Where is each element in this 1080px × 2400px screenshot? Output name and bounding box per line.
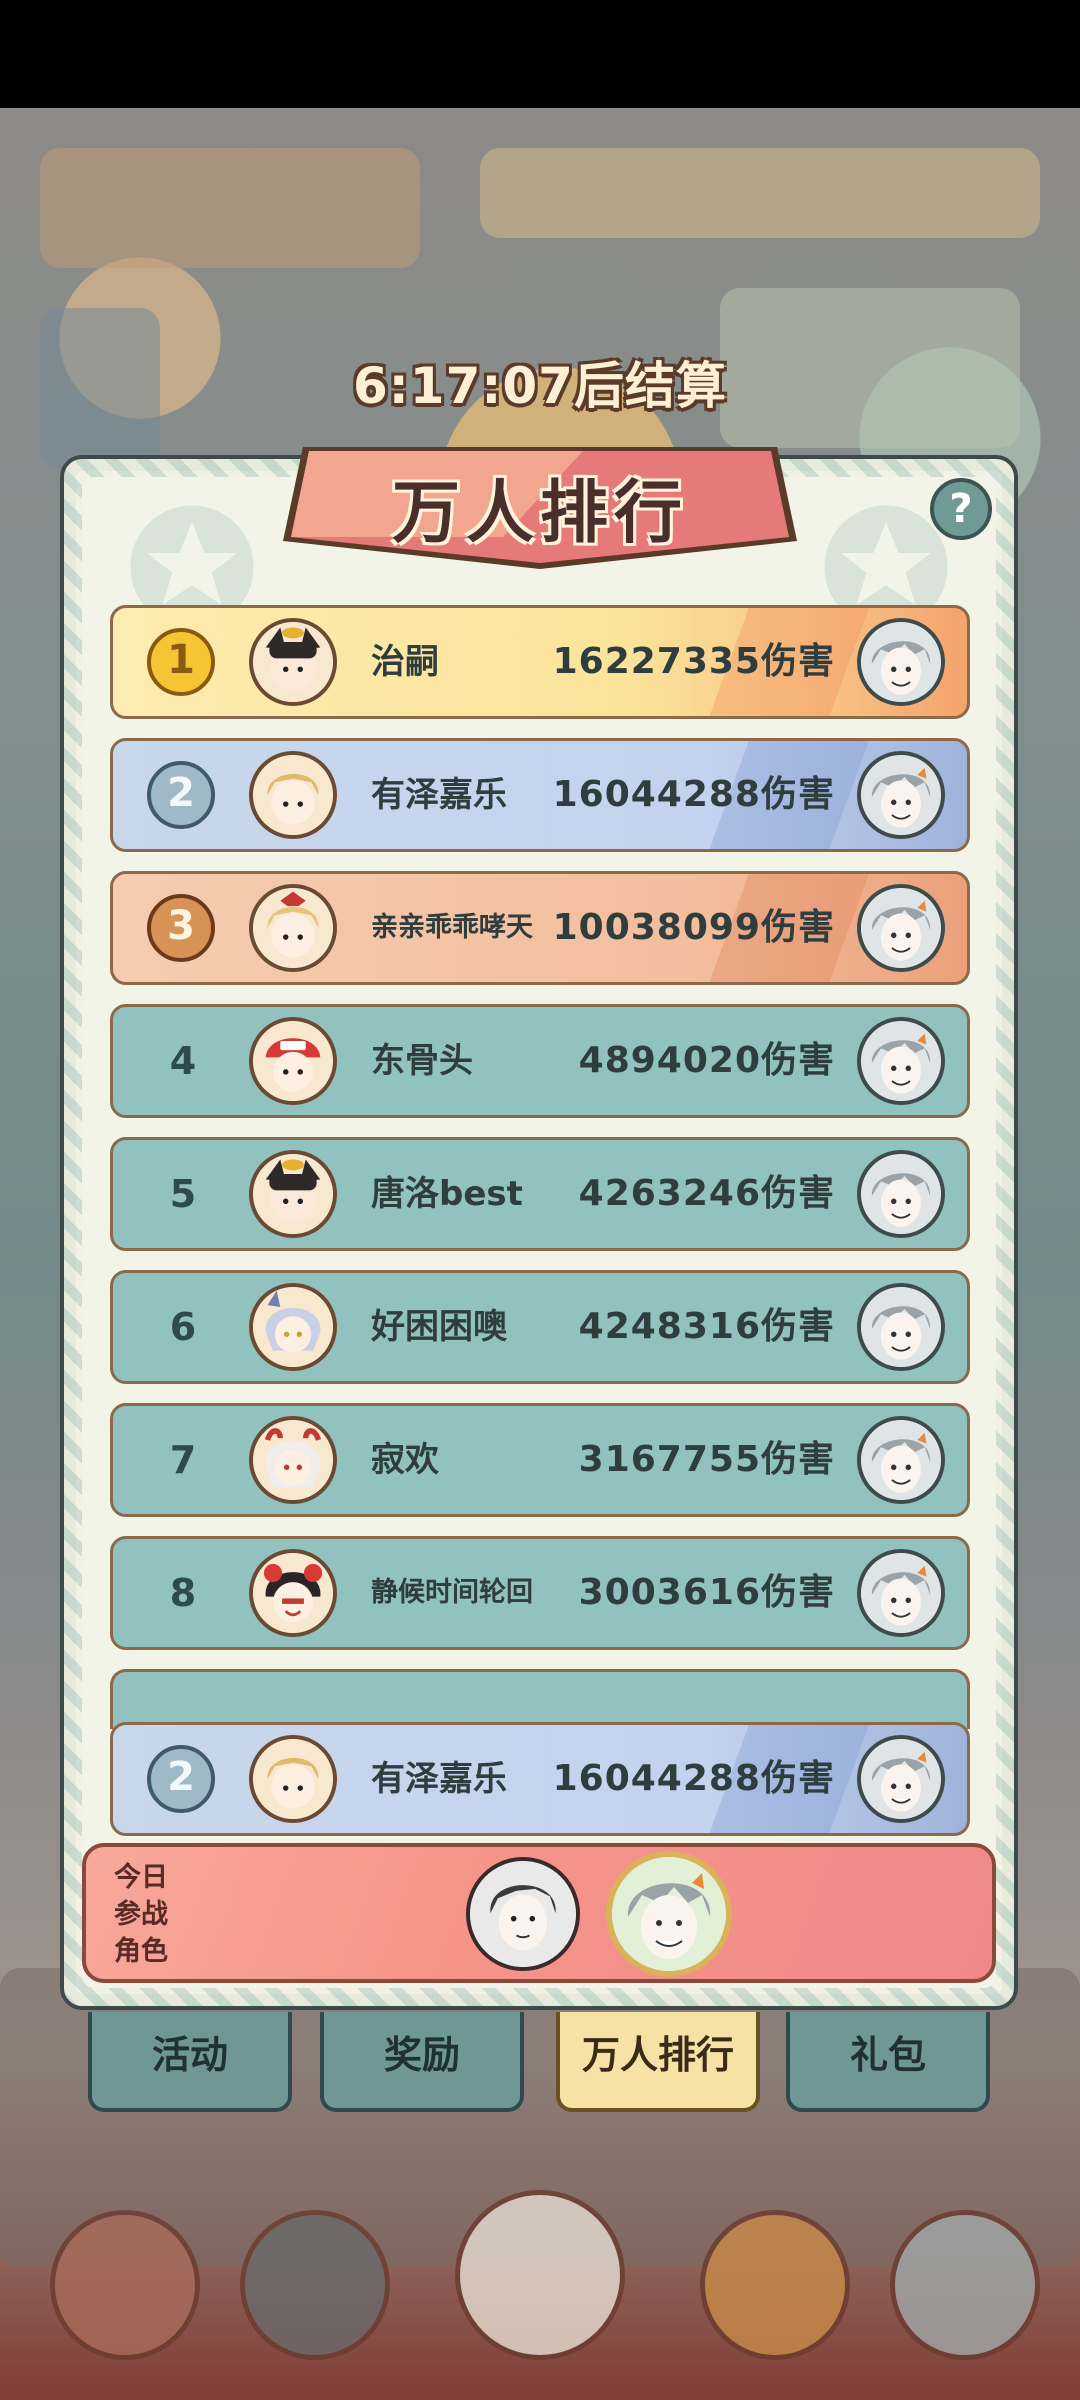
ranking-row[interactable]: 7 寂欢 3167755伤害 xyxy=(110,1403,970,1517)
hero-avatar-icon xyxy=(857,1283,945,1371)
damage-value: 16227335伤害 xyxy=(552,641,835,682)
player-name: 东骨头 xyxy=(371,1041,473,1081)
damage-value: 16044288伤害 xyxy=(552,1758,835,1799)
nav-icon xyxy=(455,2190,625,2360)
tab-rewards[interactable]: 奖励 xyxy=(320,2012,524,2112)
ranking-row[interactable]: 4 东骨头 4894020伤害 xyxy=(110,1004,970,1118)
rank-number: 4 xyxy=(169,1039,197,1083)
player-name: 有泽嘉乐 xyxy=(371,1759,507,1799)
player-name: 亲亲乖乖哮天 xyxy=(371,912,533,943)
rank-number: 8 xyxy=(169,1571,197,1615)
tab-bar: 活动 奖励 万人排行 礼包 xyxy=(0,2012,1080,2122)
hero-avatar-icon xyxy=(857,1549,945,1637)
player-name: 有泽嘉乐 xyxy=(371,775,507,815)
gold-medal-icon: 1 xyxy=(147,628,215,696)
status-bar xyxy=(0,0,1080,108)
silver-medal-icon: 2 xyxy=(147,761,215,829)
damage-value: 4248316伤害 xyxy=(578,1306,835,1347)
rank-number: 7 xyxy=(169,1438,197,1482)
bottom-nav-blurred xyxy=(0,2170,1080,2400)
damage-value: 3003616伤害 xyxy=(578,1572,835,1613)
player-name: 治嗣 xyxy=(371,642,439,682)
nav-icon xyxy=(700,2210,850,2360)
tab-gift-pack[interactable]: 礼包 xyxy=(786,2012,990,2112)
hero-avatar-icon xyxy=(857,618,945,706)
player-avatar xyxy=(249,618,337,706)
today-characters-label: 今日参战角色 xyxy=(114,1862,168,1967)
help-button[interactable]: ? xyxy=(930,478,992,540)
damage-value: 3167755伤害 xyxy=(578,1439,835,1480)
player-avatar xyxy=(249,1017,337,1105)
hero-avatar-icon xyxy=(857,884,945,972)
ranking-row[interactable]: 2 有泽嘉乐 16044288伤害 xyxy=(110,738,970,852)
damage-value: 4894020伤害 xyxy=(578,1040,835,1081)
tab-ranking[interactable]: 万人排行 xyxy=(556,2012,760,2112)
rank-number: 5 xyxy=(169,1172,197,1216)
nav-icon xyxy=(50,2210,200,2360)
hero-avatar-icon xyxy=(857,1416,945,1504)
character-avatar-icon[interactable] xyxy=(466,1857,580,1971)
player-avatar xyxy=(249,751,337,839)
hero-avatar-icon xyxy=(857,1150,945,1238)
ranking-row[interactable]: 6 好困困噢 4248316伤害 xyxy=(110,1270,970,1384)
player-avatar xyxy=(249,1549,337,1637)
tab-activity[interactable]: 活动 xyxy=(88,2012,292,2112)
silver-medal-icon: 2 xyxy=(147,1745,215,1813)
player-avatar xyxy=(249,1283,337,1371)
hero-avatar-icon xyxy=(857,751,945,839)
bronze-medal-icon: 3 xyxy=(147,894,215,962)
player-name: 唐洛best xyxy=(371,1174,523,1214)
page-title: 万人排行 xyxy=(391,474,688,553)
ranking-row[interactable]: 5 唐洛best 4263246伤害 xyxy=(110,1137,970,1251)
rank-number: 6 xyxy=(169,1305,197,1349)
ranking-row[interactable]: 3 亲亲乖乖哮天 10038099伤害 xyxy=(110,871,970,985)
player-name: 静候时间轮回 xyxy=(371,1577,533,1608)
ranking-row[interactable]: 1 治嗣 16227335伤害 xyxy=(110,605,970,719)
damage-value: 4263246伤害 xyxy=(578,1173,835,1214)
character-avatar-icon[interactable] xyxy=(606,1851,732,1977)
hero-avatar-icon xyxy=(857,1017,945,1105)
damage-value: 16044288伤害 xyxy=(552,774,835,815)
nav-icon xyxy=(890,2210,1040,2360)
nav-icon xyxy=(240,2210,390,2360)
ranking-row[interactable]: 8 静候时间轮回 3003616伤害 xyxy=(110,1536,970,1650)
player-avatar xyxy=(249,884,337,972)
player-avatar xyxy=(249,1416,337,1504)
player-name: 好困困噢 xyxy=(371,1307,507,1347)
my-rank-row[interactable]: 2 有泽嘉乐 16044288伤害 xyxy=(110,1722,970,1836)
settlement-timer: 6:17:07后结算 xyxy=(353,357,727,415)
player-name: 寂欢 xyxy=(371,1440,439,1480)
hero-avatar-icon xyxy=(857,1735,945,1823)
today-characters-bar: 今日参战角色 xyxy=(82,1843,996,1983)
player-avatar xyxy=(249,1150,337,1238)
ranking-row-partial xyxy=(110,1669,970,1729)
damage-value: 10038099伤害 xyxy=(552,907,835,948)
player-avatar xyxy=(249,1735,337,1823)
